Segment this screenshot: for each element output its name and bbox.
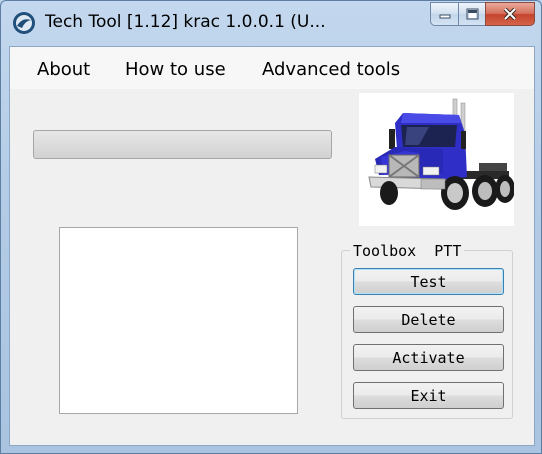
- maximize-icon: [466, 8, 478, 20]
- close-button[interactable]: [485, 2, 535, 26]
- window-title: Tech Tool [1.12] krac 1.0.0.1 (U...: [45, 12, 326, 32]
- progress-bar: [33, 130, 332, 159]
- minimize-button[interactable]: [430, 2, 458, 26]
- minimize-icon: [439, 14, 450, 19]
- title-bar[interactable]: Tech Tool [1.12] krac 1.0.0.1 (U...: [1, 1, 541, 43]
- app-icon: [13, 12, 35, 34]
- toolbox-label: Toolbox PTT: [350, 242, 465, 260]
- truck-icon: [368, 98, 514, 210]
- caption-buttons: [430, 2, 535, 26]
- menu-advanced-tools[interactable]: Advanced tools: [262, 59, 400, 80]
- output-listbox[interactable]: [59, 227, 298, 414]
- menu-how-to-use[interactable]: How to use: [125, 59, 226, 80]
- toolbox-group: Toolbox PTT Test Delete Activate Exit: [341, 242, 513, 419]
- client-area: About How to use Advanced tools Toolbox …: [9, 46, 535, 446]
- delete-button[interactable]: Delete: [353, 306, 504, 333]
- maximize-button[interactable]: [458, 2, 485, 26]
- close-icon: [503, 8, 517, 20]
- menu-bar: About How to use Advanced tools: [10, 47, 534, 89]
- menu-about[interactable]: About: [37, 59, 90, 80]
- exit-button[interactable]: Exit: [353, 382, 504, 409]
- app-window: Tech Tool [1.12] krac 1.0.0.1 (U... Abou…: [0, 0, 542, 454]
- activate-button[interactable]: Activate: [353, 344, 504, 371]
- truck-image: [359, 93, 514, 226]
- test-button[interactable]: Test: [353, 268, 504, 295]
